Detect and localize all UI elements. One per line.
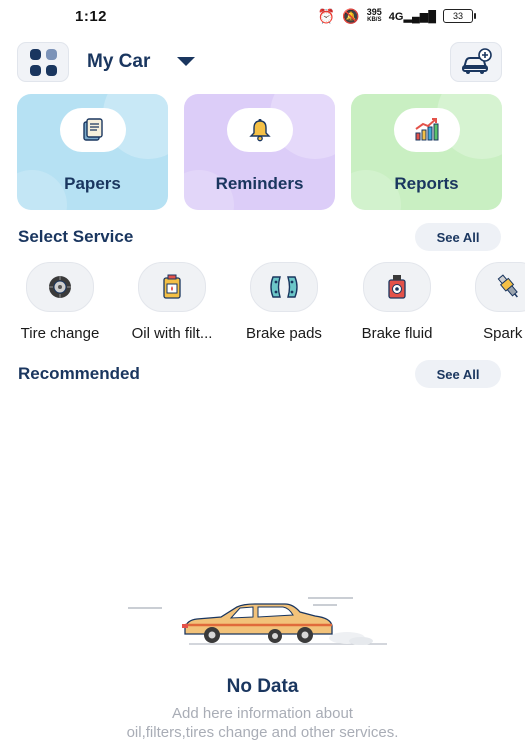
service-label: Brake pads — [246, 325, 322, 342]
net-speed: 395 KB/S — [367, 8, 382, 24]
service-label: Brake fluid — [361, 325, 433, 342]
chevron-down-icon[interactable] — [177, 57, 195, 66]
car-add-icon — [462, 48, 492, 74]
tire-icon — [26, 262, 94, 312]
chart-icon — [394, 108, 460, 152]
empty-state-line-2: oil,filters,tires change and other servi… — [126, 724, 399, 741]
status-bar: 1:12 ⏰ 🔕 395 KB/S 4G▂▄▆█ 33 — [0, 0, 525, 32]
status-time: 1:12 — [75, 7, 108, 25]
network-type: 4G — [388, 10, 404, 23]
reports-label: Reports — [394, 174, 459, 193]
battery-level: 33 — [452, 11, 463, 21]
net-speed-unit: KB/S — [367, 17, 382, 23]
spark-plug-icon — [475, 262, 525, 312]
empty-state-title: No Data — [226, 676, 299, 697]
recommended-title: Recommended — [18, 364, 140, 383]
service-brake-fluid[interactable]: Brake fluid — [341, 262, 453, 342]
select-service-title: Select Service — [18, 227, 134, 246]
papers-label: Papers — [64, 174, 121, 193]
empty-state-line-1: Add here information about — [172, 705, 353, 722]
service-label: Tire change — [20, 325, 100, 342]
grid-menu-button[interactable] — [17, 42, 69, 82]
mute-icon: 🔕 — [342, 8, 360, 24]
status-icons: ⏰ 🔕 395 KB/S 4G▂▄▆█ 33 — [317, 8, 476, 24]
service-list[interactable]: Tire change Oil with filt... Brake pads — [0, 262, 525, 352]
reminders-card[interactable]: Reminders — [184, 94, 335, 210]
app-header: My Car — [17, 42, 502, 82]
service-label: Oil with filt... — [131, 325, 213, 342]
brake-fluid-icon — [363, 262, 431, 312]
service-tire-change[interactable]: Tire change — [4, 262, 116, 342]
battery-icon: 33 — [443, 9, 476, 23]
documents-icon — [60, 108, 126, 152]
alarm-icon: ⏰ — [317, 8, 336, 24]
reminders-label: Reminders — [215, 174, 304, 193]
papers-card[interactable]: Papers — [17, 94, 168, 210]
signal-icon: 4G▂▄▆█ — [388, 10, 436, 23]
empty-state-description: Add here information about oil,filters,t… — [0, 704, 525, 742]
service-brake-pads[interactable]: Brake pads — [228, 262, 340, 342]
quick-cards: Papers Reminders Reports — [17, 94, 502, 210]
net-speed-value: 395 — [366, 7, 382, 17]
service-oil-filter[interactable]: Oil with filt... — [116, 262, 228, 342]
service-label: Spark p — [483, 325, 525, 342]
select-service-see-all-button[interactable]: See All — [415, 223, 501, 251]
brake-pads-icon — [250, 262, 318, 312]
empty-car-illustration — [128, 597, 387, 645]
grid-menu-icon — [29, 48, 57, 76]
oil-can-icon — [138, 262, 206, 312]
bell-icon — [227, 108, 293, 152]
reports-card[interactable]: Reports — [351, 94, 502, 210]
add-car-button[interactable] — [450, 42, 502, 82]
car-selector-title[interactable]: My Car — [87, 51, 150, 73]
service-spark-plug[interactable]: Spark p — [453, 262, 525, 342]
recommended-see-all-button[interactable]: See All — [415, 360, 501, 388]
